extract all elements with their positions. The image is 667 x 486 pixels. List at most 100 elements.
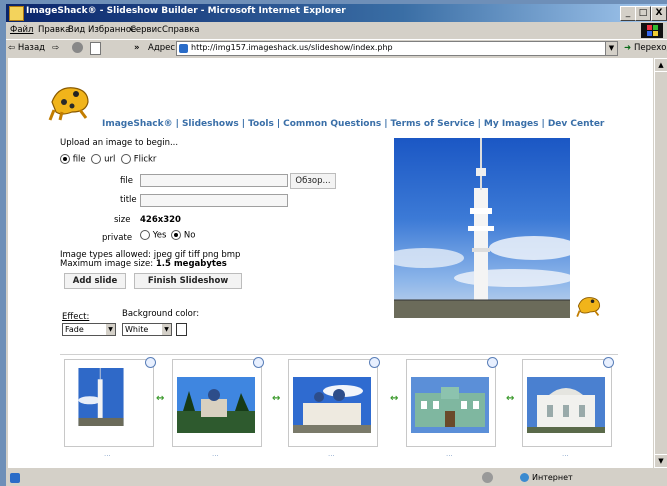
preview-photo — [394, 138, 570, 318]
file-input[interactable] — [140, 174, 288, 187]
slide-thumb[interactable] — [288, 357, 380, 447]
page-content: ImageShack® | Slideshows | Tools | Common Ques… — [8, 58, 653, 468]
finish-slideshow-button[interactable]: Finish Slideshow — [134, 273, 242, 289]
menu-bar: Файл Правка Вид Избранное Сервис Справка — [6, 23, 667, 37]
radio-file[interactable] — [60, 154, 70, 164]
slide-thumb[interactable] — [172, 357, 264, 447]
nav-sep: | — [541, 119, 545, 129]
go-arrow-icon: ➜ — [624, 43, 632, 53]
go-button[interactable]: Переход — [634, 43, 667, 53]
bg-color-select-value: White — [125, 325, 149, 334]
address-bar[interactable]: http://img157.imageshack.us/slideshow/in… — [176, 41, 618, 56]
upload-heading: Upload an image to begin... — [60, 138, 179, 148]
magnify-icon[interactable] — [145, 357, 156, 368]
scroll-up-icon[interactable]: ▲ — [654, 58, 667, 72]
slide-thumb[interactable] — [64, 357, 156, 447]
nav-slideshows[interactable]: Slideshows — [182, 119, 239, 129]
slide-strip: ↔ ↔ ↔ ↔ ... ... ... ... ... — [60, 354, 618, 465]
magnify-icon[interactable] — [253, 357, 264, 368]
slide-thumb[interactable] — [522, 357, 614, 447]
nav-imageshack[interactable]: ImageShack® — [102, 119, 173, 129]
radio-private-yes-label: Yes — [152, 230, 167, 241]
radio-flickr-label: Flickr — [133, 154, 157, 165]
browse-button[interactable]: Обзор... — [290, 173, 336, 189]
radio-private-yes[interactable] — [140, 230, 150, 240]
magnify-icon[interactable] — [603, 357, 614, 368]
private-radio-group: Yes No — [140, 230, 195, 241]
address-dropdown-icon[interactable]: ▼ — [605, 42, 617, 55]
slide-image-tower — [78, 368, 124, 426]
maximize-button[interactable]: □ — [635, 6, 651, 21]
radio-file-label: file — [72, 154, 86, 165]
nav-sep: | — [241, 119, 246, 129]
nav-my-images[interactable]: My Images — [484, 119, 539, 129]
max-size-label: Maximum image size: — [60, 259, 154, 269]
menu-view[interactable]: Вид — [68, 25, 85, 35]
status-bar: Интернет — [6, 470, 667, 486]
nav-common-questions[interactable]: Common Questions — [283, 119, 381, 129]
vertical-scrollbar[interactable]: ▲ ▼ — [654, 58, 667, 468]
radio-private-no[interactable] — [171, 230, 182, 240]
radio-private-no-label: No — [183, 230, 196, 241]
radio-url-label: url — [104, 154, 116, 165]
imageshack-small-frog-icon — [576, 297, 601, 317]
stop-icon[interactable] — [72, 42, 83, 53]
slide-caption: ... — [562, 450, 569, 458]
preview-tower-image — [394, 138, 570, 318]
nav-sep: | — [384, 119, 388, 129]
refresh-icon[interactable] — [90, 42, 101, 55]
page-status-icon — [10, 473, 20, 483]
effect-select[interactable]: Fade ▼ — [62, 323, 116, 336]
page-icon — [179, 44, 188, 53]
slide-image-green-building — [411, 377, 489, 433]
nav-sep: | — [175, 119, 179, 129]
chevron-down-icon: ▼ — [162, 324, 171, 335]
menu-tools[interactable]: Сервис — [130, 25, 162, 35]
security-icon — [482, 472, 493, 483]
slide-thumb[interactable] — [406, 357, 498, 447]
scroll-down-icon[interactable]: ▼ — [654, 454, 667, 468]
bg-color-label: Background color: — [122, 309, 200, 319]
toolbar-more[interactable]: » — [134, 43, 140, 53]
ie-app-icon — [9, 6, 24, 21]
slide-caption: ... — [446, 450, 453, 458]
back-button[interactable]: ⇦ Назад — [8, 43, 45, 53]
size-value: 426x320 — [140, 215, 181, 225]
minimize-button[interactable]: _ — [620, 6, 636, 21]
nav-tools[interactable]: Tools — [248, 119, 274, 129]
radio-url[interactable] — [91, 154, 102, 164]
nav-dev-center[interactable]: Dev Center — [548, 119, 605, 129]
radio-flickr[interactable] — [121, 154, 132, 164]
menu-help[interactable]: Справка — [162, 25, 199, 35]
menu-edit[interactable]: Правка — [38, 25, 70, 35]
title-input[interactable] — [140, 194, 288, 207]
window-title: ImageShack® - Slideshow Builder - Micros… — [26, 6, 346, 16]
title-bar: ImageShack® - Slideshow Builder - Micros… — [6, 4, 667, 22]
max-size-value: 1.5 megabytes — [155, 259, 227, 269]
source-radio-group: file url Flickr — [60, 154, 156, 165]
title-label: title — [120, 195, 137, 205]
address-input[interactable]: http://img157.imageshack.us/slideshow/in… — [191, 43, 393, 52]
max-size: Maximum image size: 1.5 megabytes — [60, 259, 227, 269]
arrow-right-icon: ↔ — [272, 393, 281, 404]
magnify-icon[interactable] — [487, 357, 498, 368]
scroll-thumb[interactable] — [654, 71, 667, 467]
nav-sep: | — [477, 119, 481, 129]
bg-color-select[interactable]: White ▼ — [122, 323, 172, 336]
add-slide-button[interactable]: Add slide — [64, 273, 126, 289]
imageshack-frog-logo[interactable] — [48, 82, 92, 122]
slide-caption: ... — [328, 450, 335, 458]
slide-image-church-complex — [177, 377, 255, 433]
slide-caption: ... — [212, 450, 219, 458]
zone-label: Интернет — [532, 473, 573, 482]
internet-zone-icon — [520, 473, 529, 482]
nav-terms-of-service[interactable]: Terms of Service — [391, 119, 475, 129]
magnify-icon[interactable] — [369, 357, 380, 368]
menu-file[interactable]: Файл — [10, 25, 33, 35]
effect-label: Effect: — [62, 312, 90, 322]
forward-button[interactable]: ⇨ — [52, 43, 59, 53]
bg-color-swatch[interactable] — [176, 323, 187, 336]
close-button[interactable]: X — [651, 6, 667, 21]
slide-image-monastery — [293, 377, 371, 433]
slide-image-white-building — [527, 377, 605, 433]
